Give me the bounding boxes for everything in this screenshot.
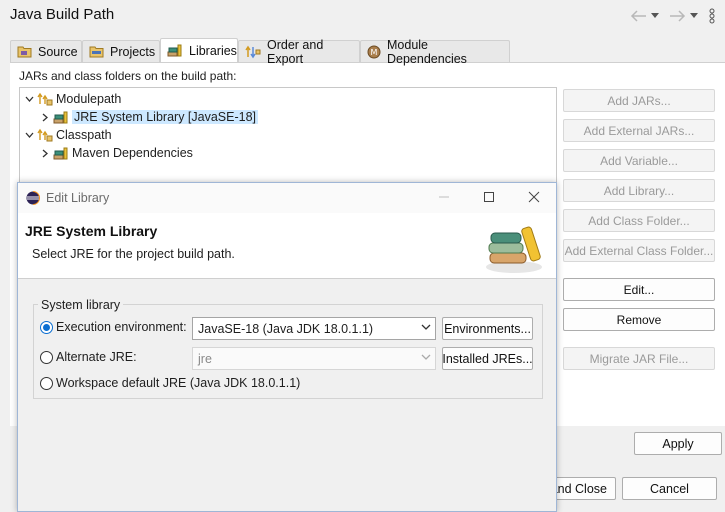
tree-item-label: Modulepath xyxy=(56,92,122,106)
add-variable-button[interactable]: Add Variable... xyxy=(563,149,715,172)
tree-item-modulepath[interactable]: Modulepath xyxy=(24,90,121,108)
combo-value: JavaSE-18 (Java JDK 18.0.1.1) xyxy=(198,321,374,336)
tab-label: Libraries xyxy=(189,43,237,58)
chevron-right-icon[interactable] xyxy=(40,112,50,122)
dialog-title: Edit Library xyxy=(46,191,110,205)
add-external-class-folder-button[interactable]: Add External Class Folder... xyxy=(563,239,715,262)
tab-libraries[interactable]: Libraries xyxy=(160,38,238,62)
tree-item-label: Classpath xyxy=(56,128,112,142)
dialog-heading: JRE System Library xyxy=(25,223,158,239)
system-library-group-label: System library xyxy=(38,298,124,312)
build-path-description: JARs and class folders on the build path… xyxy=(19,69,237,83)
tab-label: Module Dependencies xyxy=(387,37,467,66)
edit-library-dialog: Edit Library JRE System Library Select J… xyxy=(17,182,557,512)
dialog-titlebar: Edit Library xyxy=(18,183,556,213)
tab-projects[interactable]: Projects xyxy=(82,40,160,62)
radio-checked-icon[interactable] xyxy=(40,320,53,334)
dialog-header: JRE System Library Select JRE for the pr… xyxy=(18,213,556,279)
chevron-down-icon[interactable] xyxy=(421,354,431,361)
radio-unchecked-icon[interactable] xyxy=(40,350,53,364)
classpath-container-icon xyxy=(37,128,53,142)
back-arrow-icon[interactable] xyxy=(630,8,648,24)
radio-label: Execution environment: xyxy=(56,320,187,334)
library-icon xyxy=(53,111,69,124)
tab-label: Order and Export xyxy=(267,37,324,66)
tree-item-jre-system-library[interactable]: JRE System Library [JavaSE-18] xyxy=(40,108,259,126)
alternate-jre-radio[interactable]: Alternate JRE: xyxy=(40,350,137,364)
order-export-icon xyxy=(245,45,261,59)
close-icon[interactable] xyxy=(528,191,540,203)
execution-environment-combo[interactable]: JavaSE-18 (Java JDK 18.0.1.1) xyxy=(192,317,436,340)
classpath-container-icon xyxy=(37,92,53,106)
add-jars-button[interactable]: Add JARs... xyxy=(563,89,715,112)
back-menu-chevron-icon[interactable] xyxy=(651,8,659,24)
add-external-jars-button[interactable]: Add External JARs... xyxy=(563,119,715,142)
edit-button[interactable]: Edit... xyxy=(563,278,715,301)
library-banner-icon xyxy=(484,221,548,273)
execution-environment-radio[interactable]: Execution environment: xyxy=(40,320,187,334)
chevron-right-icon[interactable] xyxy=(40,148,50,158)
libraries-icon xyxy=(167,44,183,57)
source-folder-icon xyxy=(17,45,32,58)
tab-order-and-export[interactable]: Order and Export xyxy=(238,38,360,66)
dialog-message: Select JRE for the project build path. xyxy=(32,247,235,261)
page-title: Java Build Path xyxy=(10,6,115,23)
build-path-tree[interactable]: Modulepath JRE System Library [JavaSE-18… xyxy=(19,87,557,192)
radio-label: Workspace default JRE (Java JDK 18.0.1.1… xyxy=(56,376,301,390)
chevron-down-icon[interactable] xyxy=(24,130,34,140)
more-options-icon[interactable] xyxy=(709,8,715,24)
alternate-jre-combo[interactable]: jre xyxy=(192,347,436,370)
apply-and-close-button[interactable]: and Close xyxy=(548,477,616,500)
workspace-default-jre-radio[interactable]: Workspace default JRE (Java JDK 18.0.1.1… xyxy=(40,376,300,390)
tree-item-label: JRE System Library [JavaSE-18] xyxy=(72,110,259,124)
svg-text:M: M xyxy=(371,48,378,57)
module-icon: M xyxy=(367,45,381,59)
maximize-icon[interactable] xyxy=(483,191,495,203)
combo-value: jre xyxy=(198,351,212,366)
add-library-button[interactable]: Add Library... xyxy=(563,179,715,202)
migrate-jar-button[interactable]: Migrate JAR File... xyxy=(563,347,715,370)
minimize-icon[interactable] xyxy=(438,191,450,203)
tab-source[interactable]: Source xyxy=(10,40,82,62)
tree-item-label: Maven Dependencies xyxy=(72,146,193,160)
forward-menu-chevron-icon[interactable] xyxy=(690,8,698,24)
cancel-button[interactable]: Cancel xyxy=(622,477,717,500)
tree-item-maven-dependencies[interactable]: Maven Dependencies xyxy=(40,144,193,162)
eclipse-logo-icon xyxy=(26,191,40,205)
remove-button[interactable]: Remove xyxy=(563,308,715,331)
apply-button[interactable]: Apply xyxy=(634,432,722,455)
tab-label: Source xyxy=(38,44,78,59)
tree-item-classpath[interactable]: Classpath xyxy=(24,126,112,144)
tab-module-dependencies[interactable]: M Module Dependencies xyxy=(360,38,510,66)
forward-arrow-icon[interactable] xyxy=(668,8,686,24)
projects-icon xyxy=(89,45,104,58)
library-icon xyxy=(53,147,69,160)
radio-unchecked-icon[interactable] xyxy=(40,376,53,390)
installed-jres-button[interactable]: Installed JREs... xyxy=(442,347,533,370)
chevron-down-icon[interactable] xyxy=(24,94,34,104)
tab-label: Projects xyxy=(110,44,156,59)
tab-bar: Source Projects Libraries Order and Expo… xyxy=(10,38,725,66)
environments-button[interactable]: Environments... xyxy=(442,317,533,340)
radio-label: Alternate JRE: xyxy=(56,350,137,364)
chevron-down-icon[interactable] xyxy=(421,324,431,331)
add-class-folder-button[interactable]: Add Class Folder... xyxy=(563,209,715,232)
